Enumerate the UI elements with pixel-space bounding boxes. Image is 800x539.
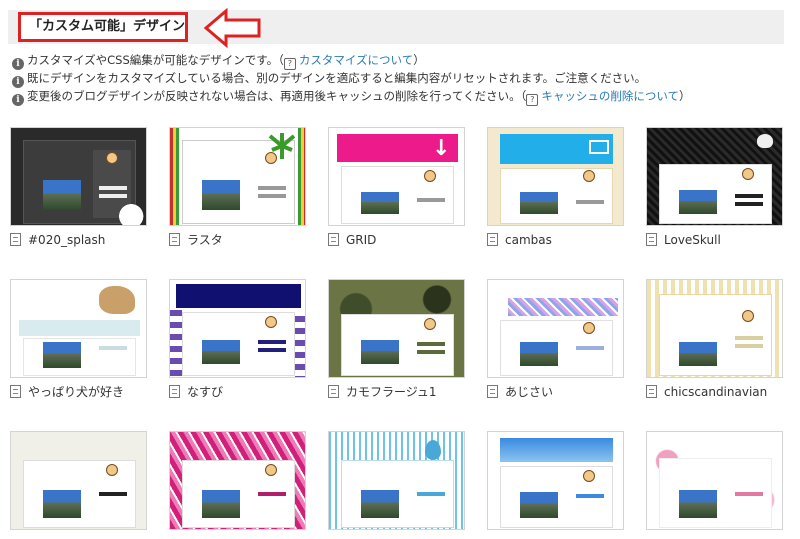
design-thumbnail[interactable] xyxy=(646,431,783,530)
design-thumbnail[interactable] xyxy=(169,431,306,530)
info-icon: i xyxy=(12,58,24,70)
page-icon xyxy=(10,385,21,398)
design-name[interactable]: cambas xyxy=(487,232,552,248)
note-reset-warning: i 既にデザインをカスタマイズしている場合、別のデザインを適応すると編集内容がリセ… xyxy=(12,71,646,88)
design-thumbnail[interactable] xyxy=(328,431,465,530)
dog-image xyxy=(99,286,135,314)
section-title: 「カスタム可能」デザイン xyxy=(18,12,188,42)
note-cache: i 変更後のブログデザインが反映されない場合は、再適用後キャッシュの削除を行ってく… xyxy=(12,89,690,106)
design-thumbnail-rasta[interactable] xyxy=(169,127,306,226)
page-icon xyxy=(328,233,339,246)
info-icon: i xyxy=(12,94,24,106)
design-name[interactable]: カモフラージュ1 xyxy=(328,384,437,400)
left-arrow-icon xyxy=(204,8,261,48)
design-thumbnail-loveskull[interactable] xyxy=(646,127,783,226)
page-icon xyxy=(487,385,498,398)
page-icon xyxy=(328,385,339,398)
design-name[interactable]: GRID xyxy=(328,232,376,248)
link-cache-clear-about[interactable]: キャッシュの削除について xyxy=(541,89,679,103)
page-icon xyxy=(169,233,180,246)
design-thumbnail-chicscandinavian[interactable] xyxy=(646,279,783,378)
design-name[interactable]: あじさい xyxy=(487,384,553,400)
page-icon xyxy=(646,385,657,398)
design-thumbnail-nasubi[interactable] xyxy=(169,279,306,378)
design-name[interactable]: LoveSkull xyxy=(646,232,721,248)
design-name[interactable]: ラスタ xyxy=(169,232,223,248)
link-customize-about[interactable]: カスタマイズについて xyxy=(299,53,413,67)
page-icon xyxy=(487,233,498,246)
design-thumbnail-ajisai[interactable] xyxy=(487,279,624,378)
help-icon: ? xyxy=(526,94,539,106)
skull-icon xyxy=(757,134,773,148)
design-thumbnail-cambas[interactable] xyxy=(487,127,624,226)
page-icon xyxy=(646,233,657,246)
design-thumbnail[interactable] xyxy=(487,431,624,530)
design-name[interactable]: #020_splash xyxy=(10,232,105,248)
design-thumbnail-grid[interactable]: ↓ xyxy=(328,127,465,226)
design-thumbnail-dog[interactable] xyxy=(10,279,147,378)
design-name[interactable]: chicscandinavian xyxy=(646,384,767,400)
note-customize: i カスタマイズやCSS編集が可能なデザインです。（? カスタマイズについて） xyxy=(12,53,425,70)
design-thumbnail[interactable] xyxy=(10,431,147,530)
info-icon: i xyxy=(12,76,24,88)
design-thumbnail-splash[interactable] xyxy=(10,127,147,226)
page-icon xyxy=(169,385,180,398)
down-arrow-icon: ↓ xyxy=(432,136,451,161)
help-icon: ? xyxy=(283,58,296,70)
design-name[interactable]: なすび xyxy=(169,384,223,400)
droplet-icon xyxy=(425,440,441,460)
page-icon xyxy=(10,233,21,246)
design-name[interactable]: やっぱり犬が好き xyxy=(10,384,124,400)
design-thumbnail-camo[interactable] xyxy=(328,279,465,378)
